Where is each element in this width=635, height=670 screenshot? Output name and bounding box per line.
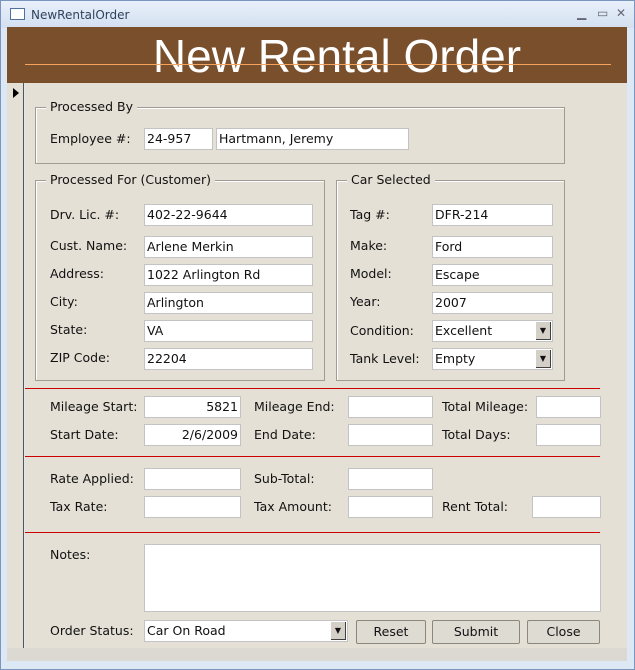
start-date-field[interactable]: 2/6/2009	[144, 424, 241, 446]
rent-total-label: Rent Total:	[442, 499, 509, 514]
mileage-end-field[interactable]	[348, 396, 433, 418]
form-icon	[10, 8, 25, 20]
order-status-combo[interactable]: Car On Road ▼	[144, 620, 348, 642]
tax-rate-field[interactable]	[144, 496, 241, 518]
year-label: Year:	[350, 294, 381, 309]
zip-field[interactable]: 22204	[144, 348, 313, 370]
total-mileage-field[interactable]	[536, 396, 601, 418]
reset-button[interactable]: Reset	[356, 620, 426, 644]
end-date-label: End Date:	[254, 427, 316, 442]
address-label: Address:	[50, 266, 104, 281]
mileage-start-field[interactable]: 5821	[144, 396, 241, 418]
subtotal-field[interactable]	[348, 468, 433, 490]
rate-applied-field[interactable]	[144, 468, 241, 490]
car-selected-legend: Car Selected	[347, 172, 435, 187]
submit-button[interactable]: Submit	[432, 620, 520, 644]
tag-label: Tag #:	[350, 207, 390, 222]
tax-amount-field[interactable]	[348, 496, 433, 518]
year-field[interactable]: 2007	[432, 292, 553, 314]
end-date-field[interactable]	[348, 424, 433, 446]
form-footer	[7, 648, 627, 661]
zip-label: ZIP Code:	[50, 350, 110, 365]
state-field[interactable]: VA	[144, 320, 313, 342]
tag-field[interactable]: DFR-214	[432, 204, 553, 226]
current-record-arrow-icon	[13, 88, 19, 98]
total-mileage-label: Total Mileage:	[442, 399, 529, 414]
form-header: New Rental Order	[7, 27, 627, 83]
processed-by-legend: Processed By	[46, 99, 137, 114]
model-label: Model:	[350, 266, 392, 281]
dropdown-arrow-icon[interactable]: ▼	[331, 622, 346, 640]
condition-label: Condition:	[350, 323, 414, 338]
tank-level-label: Tank Level:	[350, 351, 420, 366]
mileage-end-label: Mileage End:	[254, 399, 335, 414]
header-accent-line	[25, 64, 611, 65]
tax-amount-label: Tax Amount:	[254, 499, 332, 514]
address-field[interactable]: 1022 Arlington Rd	[144, 264, 313, 286]
state-label: State:	[50, 322, 88, 337]
total-days-field[interactable]	[536, 424, 601, 446]
close-window-icon[interactable]: ✕	[616, 6, 626, 20]
window-title: NewRentalOrder	[31, 8, 130, 22]
tank-level-value: Empty	[435, 351, 476, 366]
notes-field[interactable]	[144, 544, 601, 612]
customer-name-field[interactable]: Arlene Merkin	[144, 236, 313, 258]
divider	[25, 388, 600, 389]
tax-rate-label: Tax Rate:	[50, 499, 108, 514]
dropdown-arrow-icon[interactable]: ▼	[536, 350, 551, 368]
city-label: City:	[50, 294, 78, 309]
make-label: Make:	[350, 238, 388, 253]
maximize-icon[interactable]: ▭	[597, 6, 608, 20]
minimize-icon[interactable]: ▁	[577, 6, 586, 20]
city-field[interactable]: Arlington	[144, 292, 313, 314]
close-button[interactable]: Close	[527, 620, 600, 644]
drivers-license-field[interactable]: 402-22-9644	[144, 204, 313, 226]
divider	[25, 456, 600, 457]
make-field[interactable]: Ford	[432, 236, 553, 258]
order-status-value: Car On Road	[147, 623, 226, 638]
title-bar: NewRentalOrder ▁ ▭ ✕	[1, 1, 634, 28]
rent-total-field[interactable]	[532, 496, 601, 518]
start-date-label: Start Date:	[50, 427, 119, 442]
record-selector[interactable]	[7, 83, 24, 648]
condition-value: Excellent	[435, 323, 493, 338]
divider	[25, 532, 600, 533]
condition-combo[interactable]: Excellent ▼	[432, 320, 553, 342]
mileage-start-label: Mileage Start:	[50, 399, 138, 414]
employee-number-field[interactable]: 24-957	[144, 128, 213, 150]
drivers-license-label: Drv. Lic. #:	[50, 207, 120, 222]
rate-applied-label: Rate Applied:	[50, 471, 134, 486]
dropdown-arrow-icon[interactable]: ▼	[536, 322, 551, 340]
customer-name-label: Cust. Name:	[50, 238, 128, 253]
tank-level-combo[interactable]: Empty ▼	[432, 348, 553, 370]
notes-label: Notes:	[50, 547, 91, 562]
employee-name-field[interactable]: Hartmann, Jeremy	[216, 128, 409, 150]
total-days-label: Total Days:	[442, 427, 511, 442]
customer-legend: Processed For (Customer)	[46, 172, 215, 187]
subtotal-label: Sub-Total:	[254, 471, 315, 486]
employee-label: Employee #:	[50, 131, 131, 146]
model-field[interactable]: Escape	[432, 264, 553, 286]
page-title: New Rental Order	[152, 30, 522, 82]
order-status-label: Order Status:	[50, 623, 134, 638]
